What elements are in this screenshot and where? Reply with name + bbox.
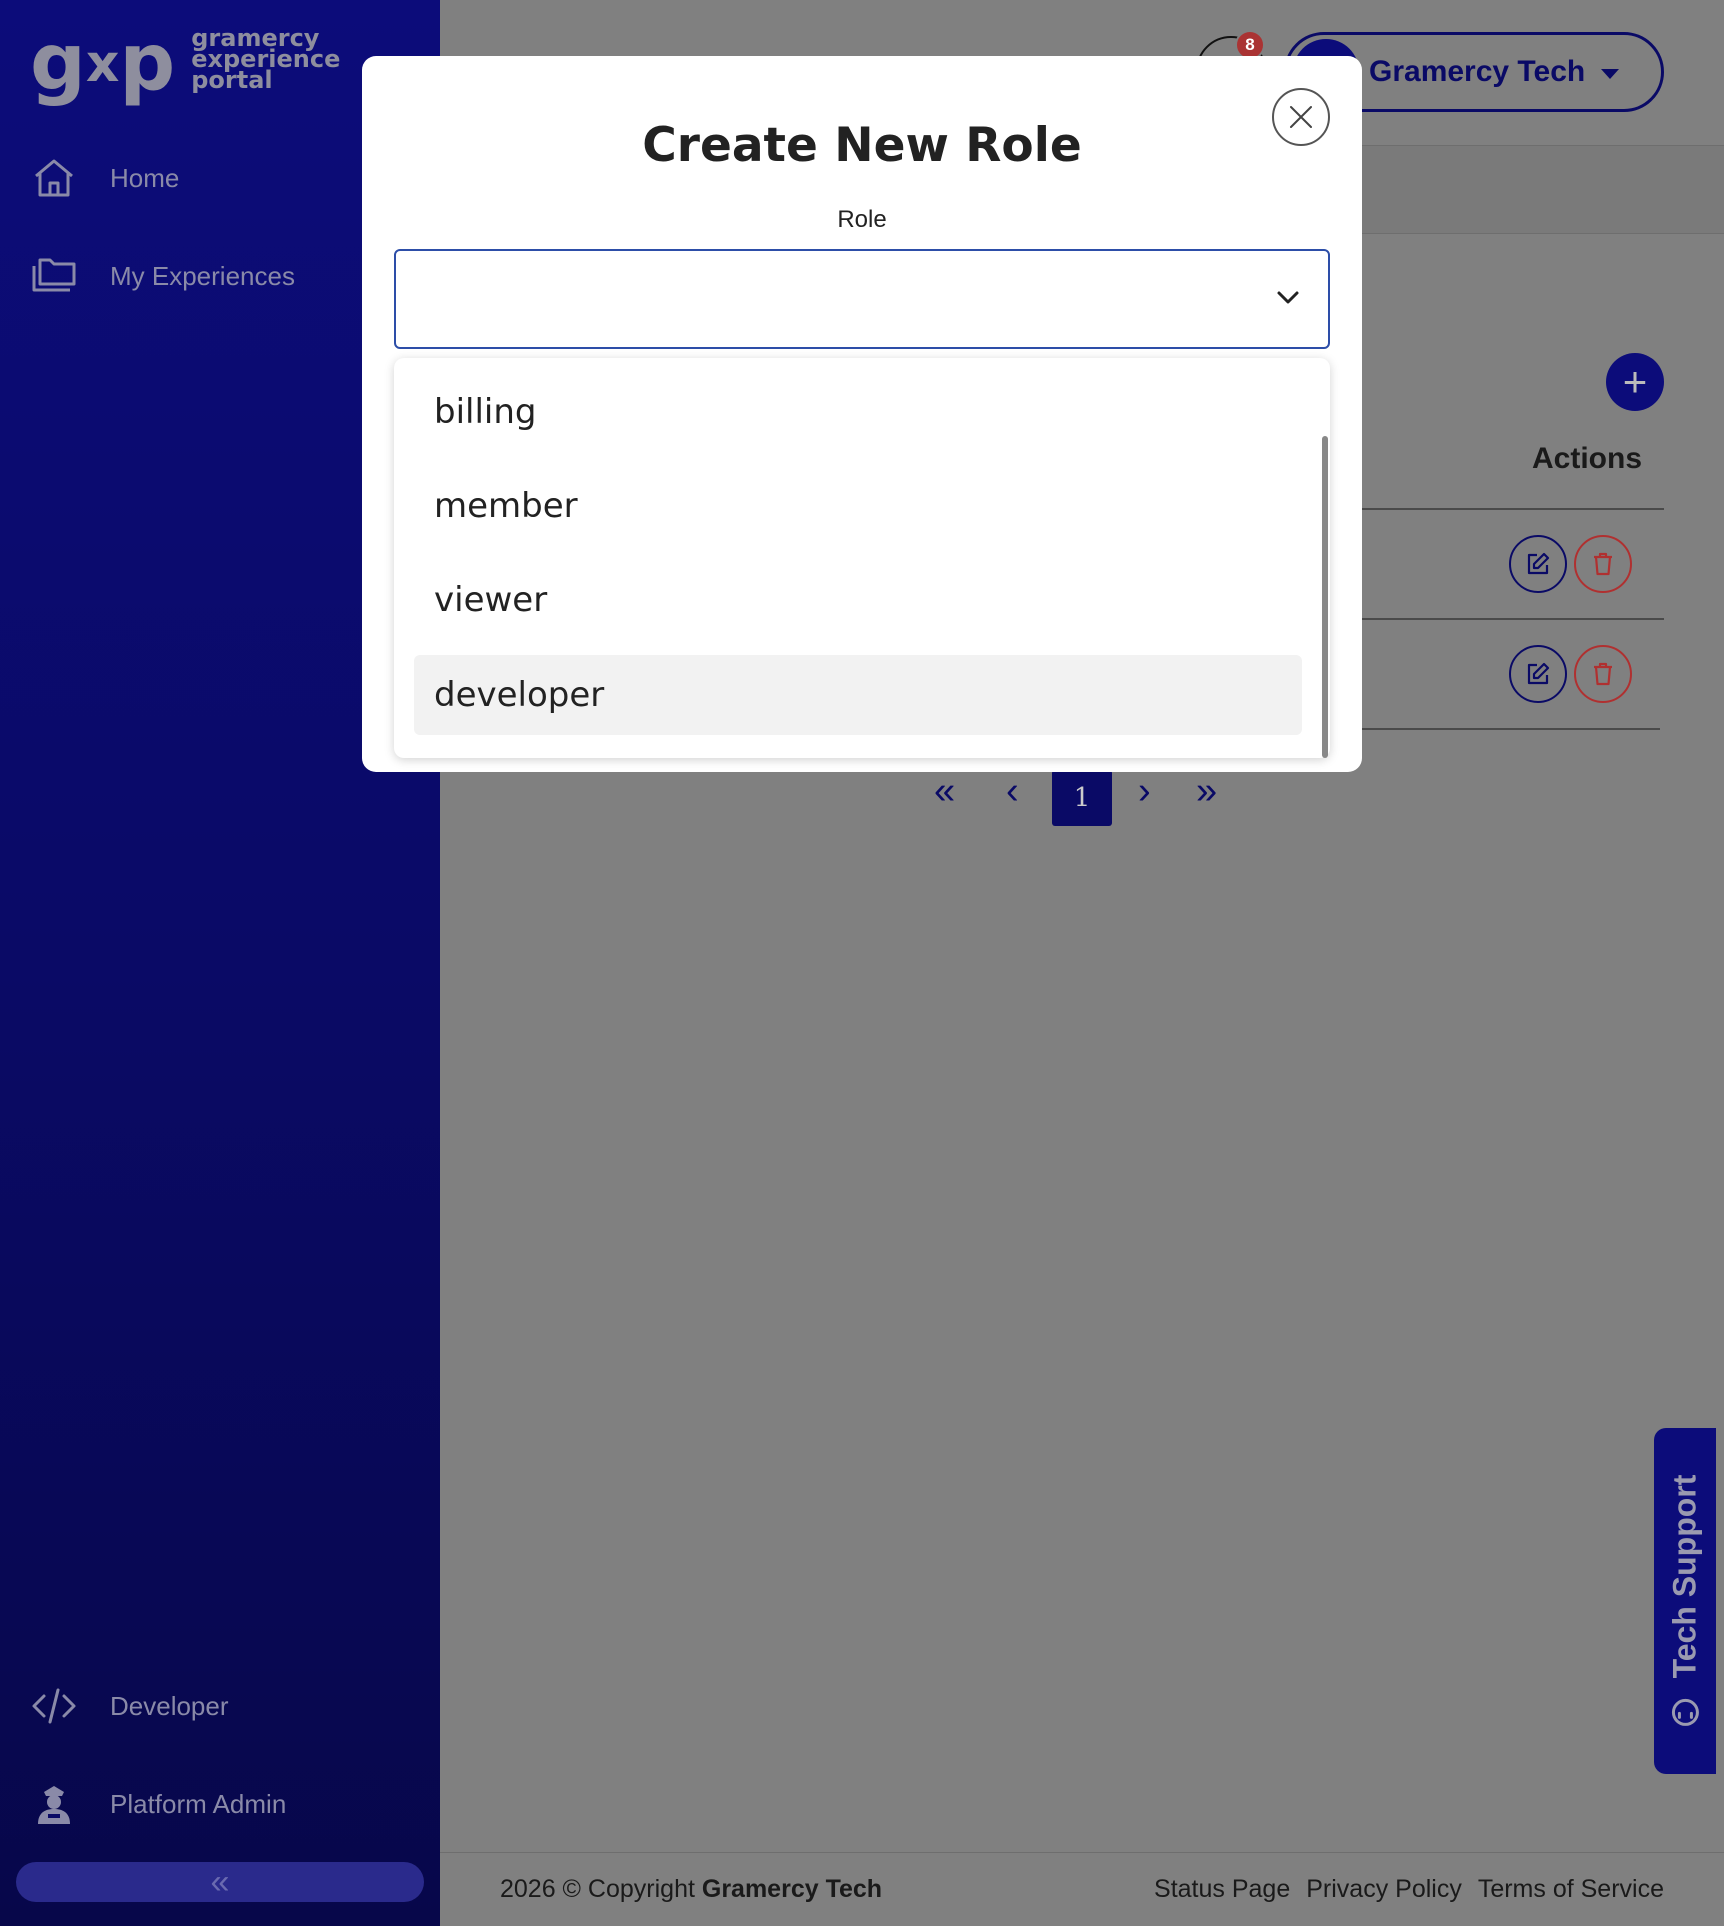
add-role-button[interactable]: + [1606, 353, 1664, 411]
modal-close-button[interactable] [1272, 88, 1330, 146]
sidebar-item-my-experiences[interactable]: My Experiences [30, 252, 295, 300]
logo[interactable]: gxp gramercy experience portal [30, 18, 341, 108]
user-name: Gramercy Tech [1369, 55, 1586, 88]
edit-button[interactable] [1509, 535, 1567, 593]
trash-icon [1594, 662, 1612, 686]
footer-link-terms-of-service[interactable]: Terms of Service [1478, 1875, 1664, 1904]
edit-icon [1527, 662, 1550, 685]
trash-icon [1594, 552, 1612, 576]
dropdown-option-billing[interactable]: billing [414, 372, 1302, 452]
role-dropdown-menu: billing member viewer developer [394, 358, 1330, 758]
copyright-text: 2026 © Copyright Gramercy Tech [500, 1875, 883, 1903]
dropdown-scrollbar[interactable] [1322, 436, 1328, 758]
delete-button[interactable] [1574, 645, 1632, 703]
folders-icon [32, 258, 76, 292]
dropdown-option-viewer[interactable]: viewer [414, 560, 1302, 640]
footer: 2026 © Copyright Gramercy Tech Status Pa… [440, 1852, 1724, 1926]
table-divider [1362, 728, 1660, 730]
tech-support-label: Tech Support [1666, 1474, 1703, 1678]
sidebar-collapse-button[interactable]: « [16, 1862, 424, 1902]
pagination-last-button[interactable]: » [1196, 770, 1217, 813]
logo-text: gramercy experience portal [191, 24, 341, 94]
edit-icon [1527, 552, 1550, 575]
table-divider [1362, 618, 1664, 620]
pagination-next-button[interactable]: › [1138, 770, 1151, 813]
footer-links: Status Page Privacy Policy Terms of Serv… [1154, 1875, 1664, 1904]
modal-title: Create New Role [642, 118, 1082, 173]
sidebar-item-label: My Experiences [110, 260, 295, 291]
admin-agent-icon [38, 1786, 70, 1824]
sidebar-item-developer[interactable]: Developer [30, 1682, 229, 1730]
pagination-first-button[interactable]: « [934, 770, 955, 813]
caret-down-icon [1601, 69, 1619, 79]
dropdown-option-member[interactable]: member [414, 466, 1302, 546]
sidebar-item-label: Developer [110, 1690, 229, 1721]
pagination-current-page[interactable]: 1 [1052, 770, 1112, 826]
role-select[interactable] [394, 249, 1330, 349]
sidebar-item-label: Platform Admin [110, 1788, 287, 1819]
dropdown-option-developer[interactable]: developer [414, 655, 1302, 735]
delete-button[interactable] [1574, 535, 1632, 593]
code-icon [32, 1688, 76, 1724]
tech-support-label-wrap[interactable]: Tech Support [1654, 1428, 1716, 1774]
footer-link-status-page[interactable]: Status Page [1154, 1875, 1290, 1904]
plus-icon: + [1622, 358, 1648, 405]
close-icon [1290, 106, 1312, 128]
actions-column-header: Actions [1532, 442, 1643, 475]
role-field-label: Role [837, 206, 887, 233]
pagination-prev-button[interactable]: ‹ [1006, 770, 1019, 813]
double-chevron-left-icon: « [210, 1862, 230, 1901]
edit-button[interactable] [1509, 645, 1567, 703]
sidebar-item-platform-admin[interactable]: Platform Admin [30, 1780, 286, 1828]
copyright-brand: Gramercy Tech [701, 1875, 883, 1903]
headset-icon [1671, 1698, 1699, 1726]
footer-link-privacy-policy[interactable]: Privacy Policy [1306, 1875, 1462, 1904]
logo-mark: gxp [30, 18, 175, 108]
table-divider [1362, 508, 1664, 510]
chevron-down-icon[interactable] [1274, 288, 1302, 308]
